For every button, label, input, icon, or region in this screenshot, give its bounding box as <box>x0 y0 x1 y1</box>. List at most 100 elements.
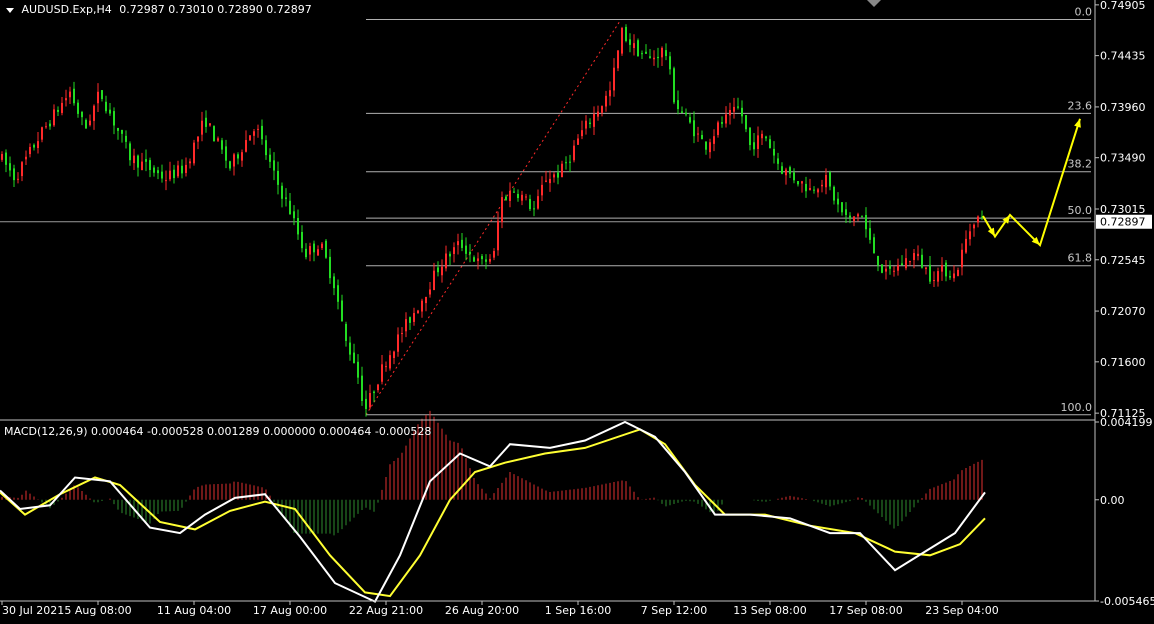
candle-body <box>473 257 475 262</box>
candle-body <box>37 141 39 149</box>
candle-body <box>253 131 255 136</box>
candle-body <box>601 106 603 113</box>
candle-body <box>841 202 843 213</box>
candle-body <box>857 214 859 217</box>
time-tick-label: 13 Sep 08:00 <box>733 604 806 617</box>
candle-body <box>433 270 435 291</box>
candle-body <box>357 361 359 378</box>
candle-body <box>665 50 667 57</box>
candle-body <box>573 145 575 161</box>
candle-body <box>861 216 863 218</box>
candle-body <box>233 154 235 167</box>
candle-body <box>961 249 963 268</box>
candle-body <box>541 184 543 196</box>
candle-body <box>269 154 271 162</box>
candle-body <box>829 172 831 187</box>
candle-body <box>789 167 791 174</box>
candle-body <box>373 391 375 394</box>
candle-body <box>109 109 111 114</box>
candle-body <box>281 185 283 199</box>
candle-body <box>73 88 75 104</box>
candle-body <box>217 138 219 141</box>
time-tick-label: 26 Aug 20:00 <box>445 604 519 617</box>
candle-body <box>405 319 407 332</box>
candle-body <box>489 258 491 262</box>
candle-body <box>285 197 287 199</box>
candle-body <box>21 162 23 177</box>
candle-body <box>753 142 755 150</box>
candle-body <box>193 142 195 164</box>
candle-body <box>673 68 675 103</box>
candle-body <box>773 148 775 156</box>
candle-body <box>461 239 463 248</box>
candle-body <box>977 216 979 223</box>
price-tick-label: 0.73960 <box>1100 101 1146 114</box>
candle-body <box>141 161 143 171</box>
candle-body <box>633 43 635 49</box>
candle-body <box>129 143 131 161</box>
fib-level-label: 23.6 <box>1068 99 1093 112</box>
candle-body <box>865 214 867 230</box>
candle-body <box>393 351 395 359</box>
candle-body <box>49 123 51 127</box>
fib-level-label: 0.0 <box>1075 5 1093 18</box>
candle-body <box>653 57 655 60</box>
symbol-label: AUDUSD.Exp,H4 <box>21 3 112 16</box>
time-tick-label: 5 Aug 08:00 <box>64 604 131 617</box>
candle-body <box>721 122 723 124</box>
candle-body <box>453 247 455 255</box>
dropdown-triangle-icon[interactable] <box>6 7 14 13</box>
candle-body <box>93 105 95 121</box>
candle-body <box>137 155 139 168</box>
candle-body <box>641 53 643 55</box>
candle-body <box>325 240 327 258</box>
candle-body <box>849 215 851 218</box>
candle-body <box>913 253 915 260</box>
candle-body <box>629 39 631 45</box>
candle-body <box>613 67 615 91</box>
candle-body <box>565 162 567 164</box>
candle-body <box>589 122 591 124</box>
candle-body <box>317 249 319 256</box>
candle-body <box>277 170 279 185</box>
candle-body <box>769 139 771 149</box>
candle-body <box>933 280 935 282</box>
candle-body <box>457 241 459 246</box>
price-tick-label: 0.74435 <box>1100 50 1146 63</box>
candle-body <box>645 51 647 54</box>
candle-body <box>145 159 147 162</box>
candle-body <box>121 129 123 134</box>
candle-body <box>389 355 391 369</box>
candle-body <box>593 113 595 127</box>
candle-body <box>33 144 35 148</box>
candle-body <box>713 136 715 144</box>
symbol-header[interactable]: AUDUSD.Exp,H4 0.72987 0.73010 0.72890 0.… <box>6 3 312 16</box>
candle-body <box>549 178 551 184</box>
candle-body <box>237 154 239 159</box>
candle-body <box>13 168 15 181</box>
candle-body <box>889 265 891 269</box>
candle-body <box>725 114 727 124</box>
candle-body <box>973 224 975 229</box>
candle-body <box>469 251 471 255</box>
candle-body <box>133 155 135 164</box>
chart-canvas[interactable]: 0.0 23.6 38.2 50.0 61.8 100.0 0.74905 0.74435 0… <box>0 0 1154 620</box>
candle-body <box>529 198 531 210</box>
chart-window[interactable]: 0.0 23.6 38.2 50.0 61.8 100.0 0.74905 0.74435 0… <box>0 0 1154 620</box>
time-tick-label: 30 Jul 2021 <box>2 604 64 617</box>
candle-body <box>25 156 27 160</box>
candle-body <box>825 174 827 188</box>
candle-body <box>533 208 535 210</box>
candle-body <box>65 98 67 101</box>
candle-body <box>901 263 903 266</box>
candle-body <box>741 107 743 117</box>
candle-body <box>445 253 447 269</box>
candle-body <box>941 265 943 272</box>
candle-body <box>609 90 611 97</box>
fib-trendline <box>365 19 622 416</box>
candle-body <box>345 323 347 341</box>
candle-body <box>869 228 871 240</box>
candle-body <box>553 174 555 178</box>
candle-body <box>745 115 747 130</box>
price-tick-label: 0.72070 <box>1100 305 1146 318</box>
